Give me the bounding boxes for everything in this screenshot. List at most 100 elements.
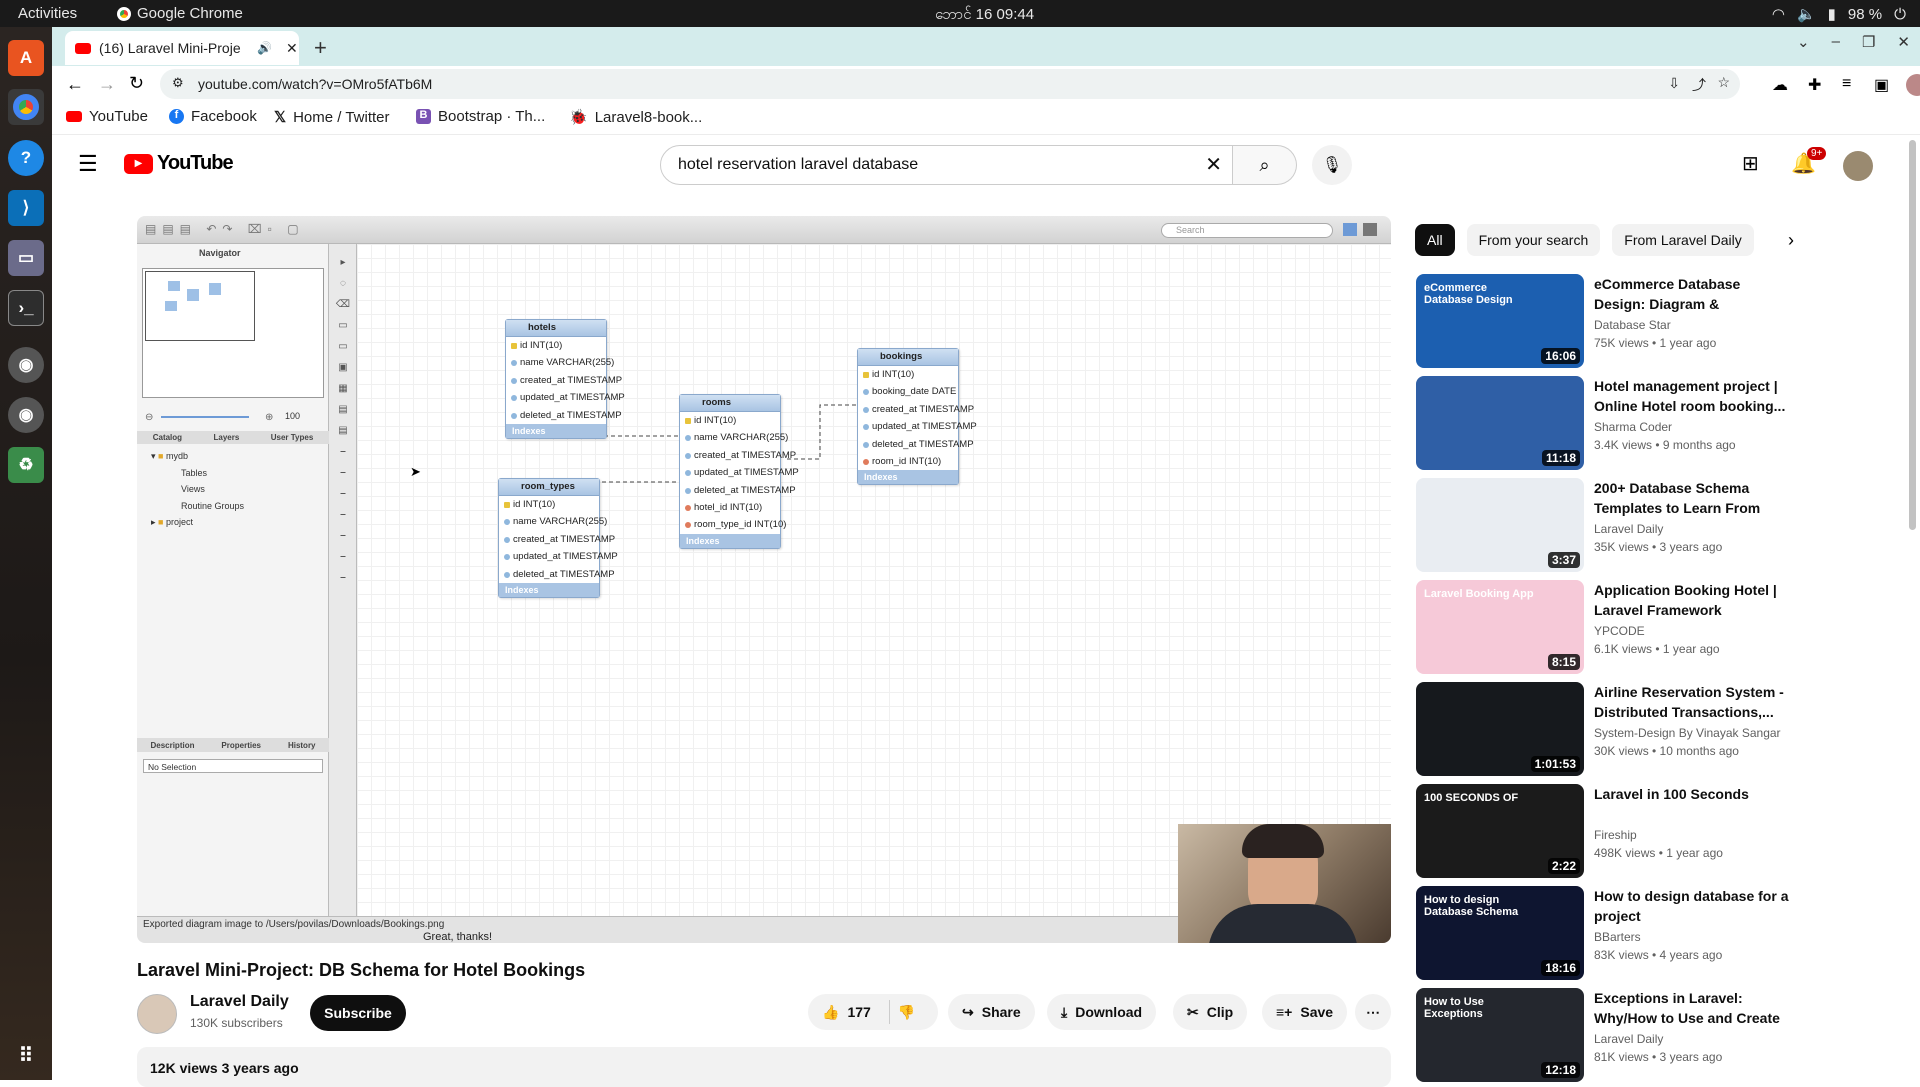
puzzle-icon[interactable]: ✚ [1808, 75, 1821, 95]
recommendation-channel[interactable]: System-Design By Vinayak Sangar [1594, 726, 1781, 740]
minimize-icon[interactable]: – [1832, 33, 1840, 51]
new-tab-icon[interactable]: + [314, 35, 327, 61]
table-bookings: bookings id INT(10) booking_date DATE cr… [857, 348, 977, 486]
address-bar[interactable]: ⚙ youtube.com/watch?v=OMro5fATb6M ⇩ ⤴ ☆ [160, 69, 1740, 99]
page-scrollbar[interactable] [1909, 140, 1916, 530]
recommendation-title[interactable]: Exceptions in Laravel: Why/How to Use an… [1594, 988, 1794, 1028]
save-button[interactable]: ≡+ Save [1262, 994, 1348, 1030]
recommendation-title[interactable]: Laravel in 100 Seconds [1594, 784, 1794, 804]
bookmark-laravel8[interactable]: 🐞 Laravel8-book... [569, 108, 702, 127]
clock[interactable]: ဘောင် 16 09:44 [935, 5, 1034, 27]
duration-badge: 8:15 [1547, 654, 1580, 670]
thumbs-down-icon[interactable]: 👎 [898, 1004, 915, 1021]
youtube-logo[interactable]: ▶ YouTube [124, 152, 234, 175]
video-thumbnail[interactable]: eCommerce Database Design 16:06 [1416, 274, 1584, 368]
recommendation-item[interactable]: How to Use Exceptions 12:18 Exceptions i… [1416, 988, 1916, 1082]
chip-all[interactable]: All [1415, 224, 1455, 256]
recommendation-item[interactable]: 3:37 200+ Database Schema Templates to L… [1416, 478, 1916, 572]
chrome-dock-icon[interactable] [8, 89, 44, 125]
clip-button[interactable]: ✂ Clip [1173, 994, 1248, 1030]
recommendation-title[interactable]: Application Booking Hotel | Laravel Fram… [1594, 580, 1794, 620]
recommendation-item[interactable]: Laravel Booking App 8:15 Application Boo… [1416, 580, 1916, 674]
side-panel-icon[interactable]: ▣ [1874, 75, 1889, 95]
bookmark-bootstrap[interactable]: B Bootstrap · Th... [416, 108, 545, 125]
close-window-icon[interactable]: ✕ [1897, 33, 1910, 51]
recommendation-title[interactable]: How to design database for a project [1594, 886, 1794, 926]
share-button[interactable]: ↪ Share [948, 994, 1035, 1030]
recommendation-title[interactable]: 200+ Database Schema Templates to Learn … [1594, 478, 1794, 518]
download-button[interactable]: ⤓ Download [1047, 994, 1157, 1030]
chip-from-search[interactable]: From your search [1466, 224, 1601, 256]
chip-from-channel[interactable]: From Laravel Daily [1612, 224, 1754, 256]
forward-icon[interactable]: → [98, 74, 116, 95]
recommendation-channel[interactable]: YPCODE [1594, 624, 1645, 638]
maximize-icon[interactable]: ❐ [1862, 33, 1875, 51]
recommendation-channel[interactable]: Laravel Daily [1594, 522, 1663, 536]
site-info-icon[interactable]: ⚙ [172, 75, 184, 91]
video-thumbnail[interactable]: Laravel Booking App 8:15 [1416, 580, 1584, 674]
guide-menu-icon[interactable]: ☰ [78, 151, 98, 177]
disk-icon-2[interactable]: ◉ [8, 397, 44, 433]
video-thumbnail[interactable]: 11:18 [1416, 376, 1584, 470]
bookmark-star-icon[interactable]: ☆ [1717, 74, 1730, 91]
recommendation-item[interactable]: 11:18 Hotel management project | Online … [1416, 376, 1916, 470]
reading-list-icon[interactable]: ≡ [1842, 75, 1851, 93]
speaker-icon[interactable]: 🔊 [257, 41, 272, 55]
activities-button[interactable]: Activities [18, 5, 77, 22]
show-apps-icon[interactable]: ⠿ [8, 1037, 44, 1073]
clear-search-icon[interactable]: ✕ [1205, 152, 1222, 177]
recommendation-title[interactable]: Airline Reservation System - Distributed… [1594, 682, 1794, 722]
system-tray[interactable]: ◠ 🔈 ▮ 98 % ⏻ [1772, 5, 1906, 24]
table-name: rooms [680, 395, 780, 412]
recommendation-title[interactable]: eCommerce Database Design: Diagram & Exp… [1594, 274, 1794, 314]
back-icon[interactable]: ← [66, 74, 84, 95]
recommendation-item[interactable]: How to design Database Schema 18:16 How … [1416, 886, 1916, 980]
chips-next-icon[interactable]: › [1788, 230, 1794, 251]
account-avatar[interactable] [1843, 151, 1873, 181]
app-menu[interactable]: Google Chrome [117, 5, 243, 22]
like-button[interactable]: 👍 177 👎 [808, 994, 938, 1030]
recommendation-item[interactable]: 1:01:53 Airline Reservation System - Dis… [1416, 682, 1916, 776]
extension-icon[interactable]: ☁ [1772, 75, 1788, 95]
terminal-icon[interactable]: ›_ [8, 290, 44, 326]
more-actions-button[interactable]: ⋯ [1355, 994, 1391, 1030]
active-tab[interactable]: (16) Laravel Mini-Proje 🔊 ✕ [65, 31, 299, 65]
vscode-icon[interactable]: ⟩ [8, 190, 44, 226]
install-icon[interactable]: ⇩ [1668, 75, 1680, 92]
video-player[interactable]: ▤▤▤ ↶↷ ⌧▫ ▢ Search Navigator ⊖ ⊕ 100 Cat… [137, 216, 1391, 943]
reload-icon[interactable]: ↻ [129, 73, 144, 94]
video-thumbnail[interactable]: 100 SECONDS OF 2:22 [1416, 784, 1584, 878]
bookmark-youtube[interactable]: YouTube [66, 108, 148, 125]
app-center-icon[interactable]: A [8, 40, 44, 76]
recommendation-channel[interactable]: BBarters [1594, 930, 1641, 944]
create-icon[interactable]: ⊞ [1742, 151, 1759, 176]
video-thumbnail[interactable]: How to design Database Schema 18:16 [1416, 886, 1584, 980]
subscribe-button[interactable]: Subscribe [310, 995, 406, 1031]
close-tab-icon[interactable]: ✕ [286, 40, 298, 57]
recommendation-channel[interactable]: Laravel Daily [1594, 1032, 1663, 1046]
search-input[interactable]: hotel reservation laravel database ✕ [660, 145, 1233, 185]
bookmark-twitter[interactable]: 𝕏 Home / Twitter [274, 108, 390, 127]
recommendation-channel[interactable]: Fireship [1594, 828, 1637, 842]
bookmark-facebook[interactable]: f Facebook [169, 108, 257, 125]
video-thumbnail[interactable]: 3:37 [1416, 478, 1584, 572]
recommendation-title[interactable]: Hotel management project | Online Hotel … [1594, 376, 1794, 416]
voice-search-button[interactable]: 🎙 [1312, 145, 1352, 185]
disk-icon[interactable]: ◉ [8, 347, 44, 383]
profile-avatar[interactable] [1906, 74, 1920, 96]
search-button[interactable]: ⌕ [1233, 145, 1297, 185]
recommendation-item[interactable]: 100 SECONDS OF 2:22 Laravel in 100 Secon… [1416, 784, 1916, 878]
help-icon[interactable]: ? [8, 140, 44, 176]
trash-icon[interactable]: ♻ [8, 447, 44, 483]
recommendation-channel[interactable]: Database Star [1594, 318, 1671, 332]
tab-search-icon[interactable]: ⌄ [1797, 33, 1810, 51]
video-thumbnail[interactable]: How to Use Exceptions 12:18 [1416, 988, 1584, 1082]
description-box[interactable]: 12K views 3 years ago [137, 1047, 1391, 1087]
channel-name[interactable]: Laravel Daily [190, 993, 289, 1011]
recommendation-channel[interactable]: Sharma Coder [1594, 420, 1672, 434]
channel-avatar[interactable] [137, 994, 177, 1034]
files-icon[interactable]: ▭ [8, 240, 44, 276]
recommendation-item[interactable]: eCommerce Database Design 16:06 eCommerc… [1416, 274, 1916, 368]
video-thumbnail[interactable]: 1:01:53 [1416, 682, 1584, 776]
share-page-icon[interactable]: ⤴ [1692, 75, 1706, 95]
